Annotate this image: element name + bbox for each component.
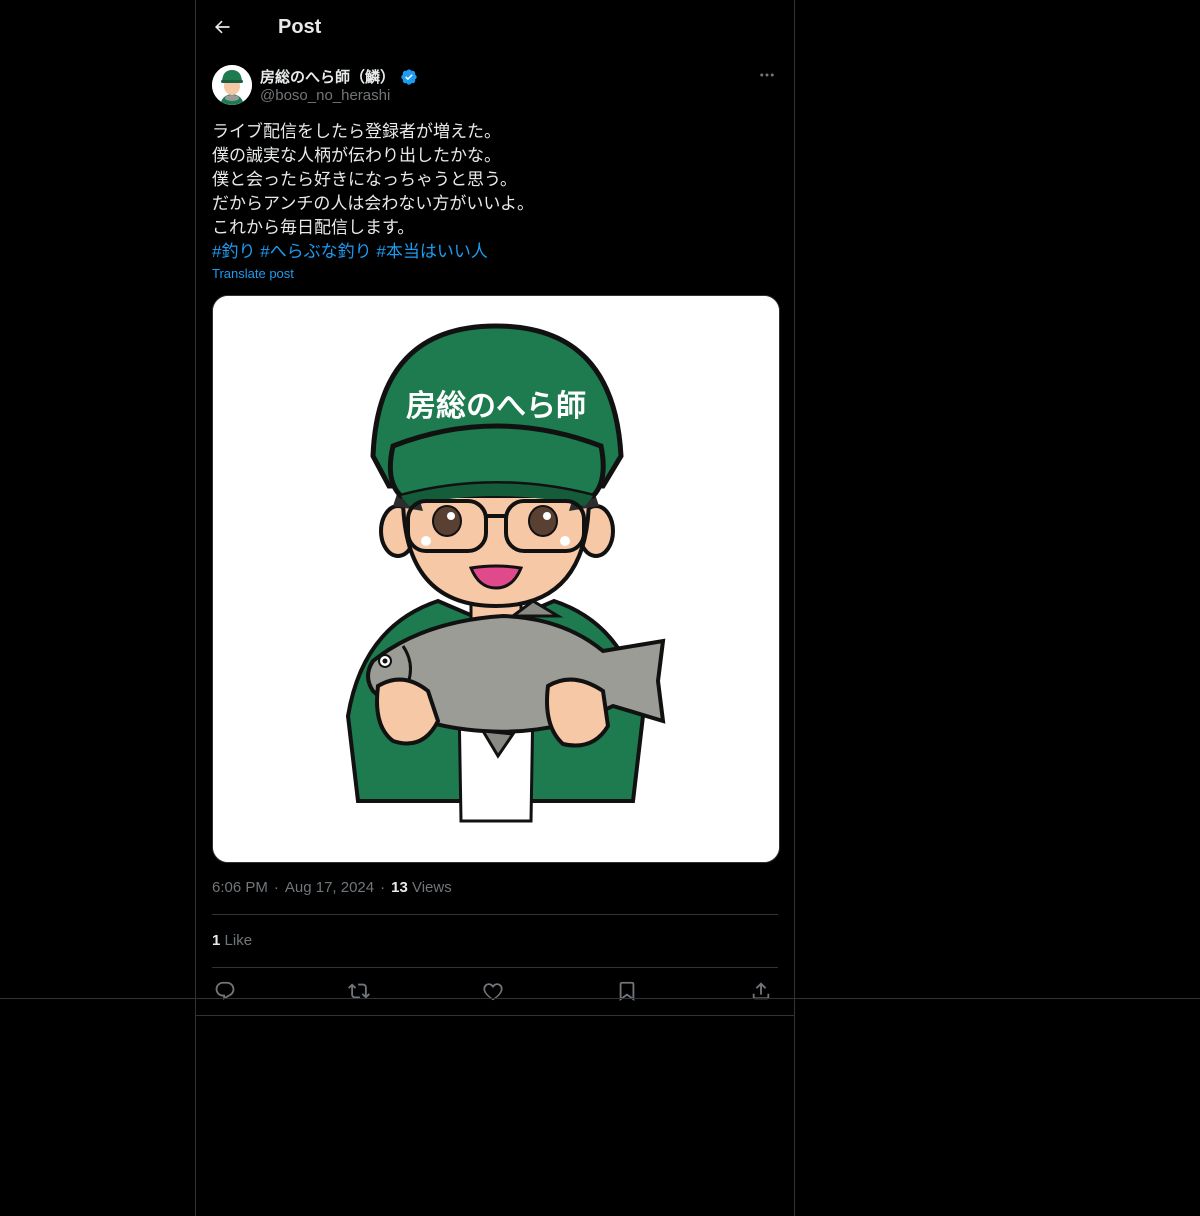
translate-post-link[interactable]: Translate post [212, 266, 294, 281]
divider [212, 914, 778, 915]
post-metadata: 6:06 PM · Aug 17, 2024 · 13 Views [212, 879, 452, 896]
hashtag-list: #釣り #へらぶな釣り #本当はいい人 [212, 240, 778, 264]
display-name[interactable]: 房総のへら師（鱗） [260, 66, 395, 87]
hashtag-link[interactable]: #釣り [212, 242, 255, 261]
post-text: ライブ配信をしたら登録者が増えた。 僕の誠実な人柄が伝わり出したかな。 僕と会っ… [212, 120, 778, 264]
back-button[interactable] [205, 10, 239, 44]
post-line: だからアンチの人は会わない方がいいよ。 [212, 194, 534, 213]
author-handle[interactable]: @boso_no_herashi [260, 87, 390, 104]
overlay-guide-line [0, 998, 1200, 999]
post-line: これから毎日配信します。 [212, 218, 415, 237]
views-label: Views [411, 879, 452, 896]
like-button[interactable] [480, 978, 506, 1004]
post-date[interactable]: Aug 17, 2024 [285, 879, 374, 896]
post-author: 房総のへら師（鱗） @boso_no_herashi [212, 64, 778, 106]
likes-label: Like [224, 932, 253, 949]
action-bar [212, 978, 778, 1004]
divider [212, 967, 778, 968]
hashtag-link[interactable]: #へらぶな釣り [260, 242, 371, 261]
post-line: ライブ配信をしたら登録者が増えた。 [212, 122, 501, 141]
more-options-button[interactable] [756, 64, 778, 86]
bookmark-button[interactable] [614, 978, 640, 1004]
main-column: Post 房総のへら師（鱗） @boso_no_herashi ライブ配信をした… [195, 0, 795, 1216]
post-image[interactable]: 房総のへら師 [212, 295, 780, 863]
avatar[interactable] [212, 65, 252, 105]
cap-text: 房総のへら師 [406, 389, 586, 424]
post-line: 僕の誠実な人柄が伝わり出したかな。 [212, 146, 501, 165]
hashtag-link[interactable]: #本当はいい人 [376, 242, 487, 261]
repost-button[interactable] [346, 978, 372, 1004]
back-arrow-icon [214, 20, 230, 34]
meta-separator: · [380, 879, 386, 896]
share-button[interactable] [748, 978, 774, 1004]
avatar-fisherman-icon [212, 65, 252, 105]
verified-badge-icon [400, 68, 418, 86]
likes-count: 1 [212, 932, 221, 949]
reply-button[interactable] [212, 978, 238, 1004]
fisherman-holding-fish-illustration: 房総のへら師 [213, 296, 779, 862]
likes-summary[interactable]: 1 Like [212, 932, 252, 949]
name-row: 房総のへら師（鱗） [260, 66, 418, 87]
views-count: 13 [391, 879, 408, 896]
post-time[interactable]: 6:06 PM [212, 879, 268, 896]
divider [196, 1015, 794, 1016]
meta-separator: · [273, 879, 279, 896]
more-dots-icon [760, 73, 774, 77]
page-header: Post [196, 0, 794, 54]
page-title: Post [278, 15, 322, 38]
post-line: 僕と会ったら好きになっちゃうと思う。 [212, 170, 517, 189]
